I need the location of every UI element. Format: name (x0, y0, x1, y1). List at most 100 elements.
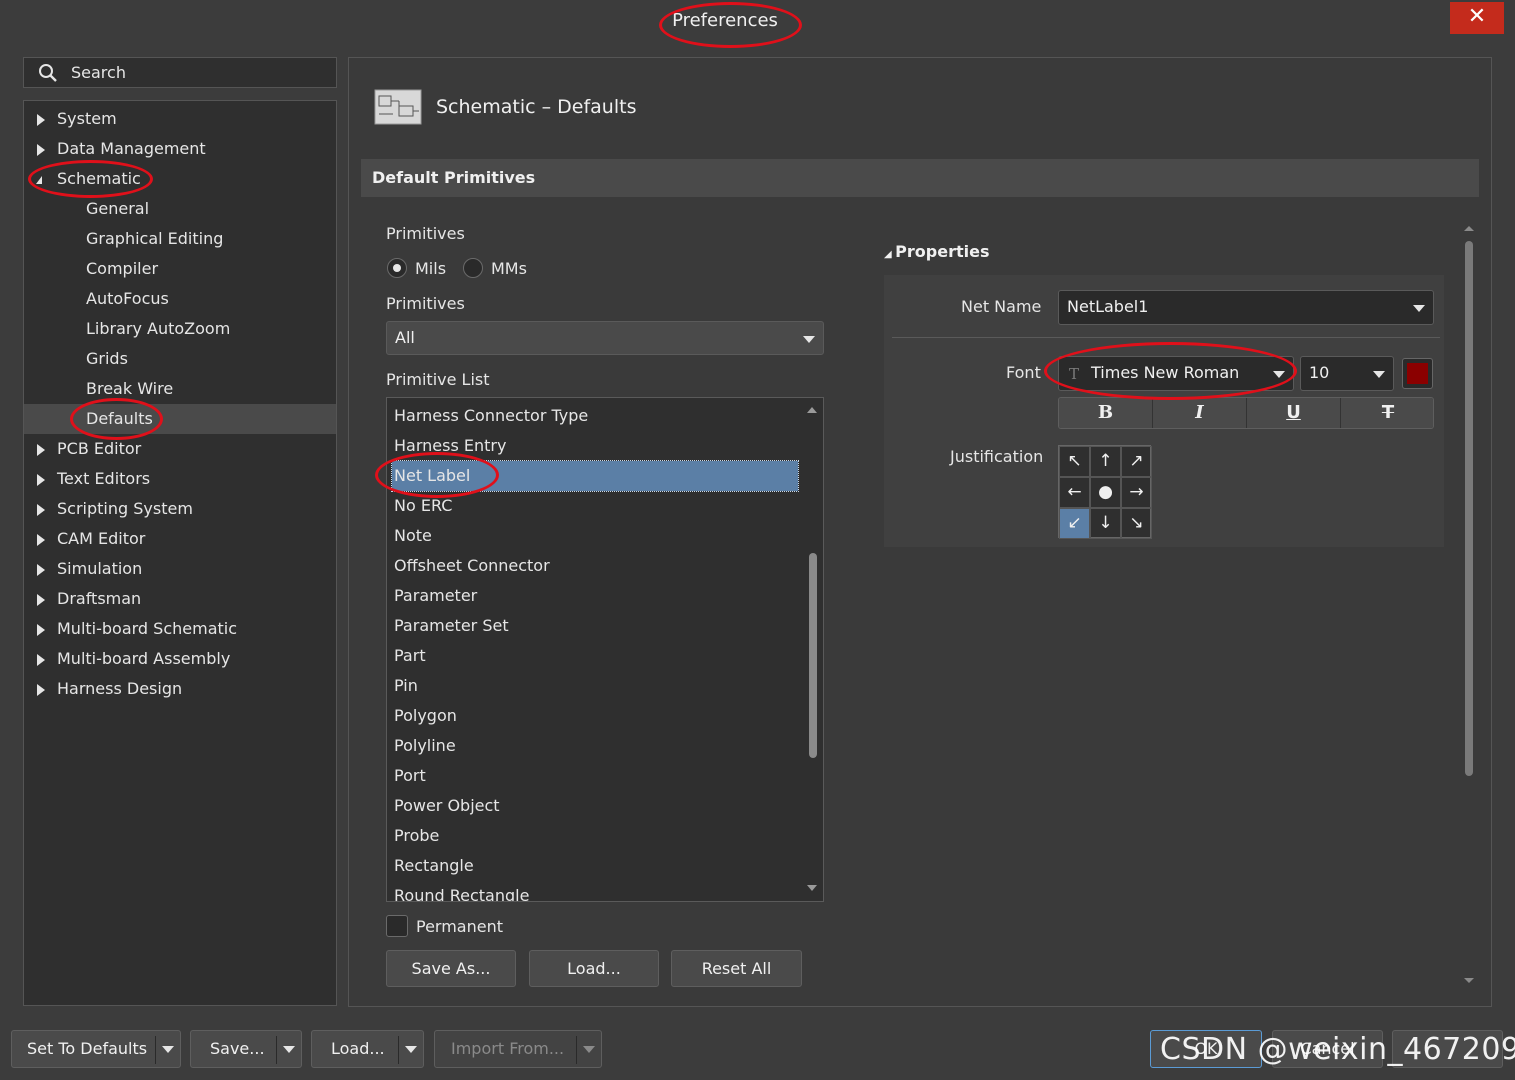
font-size-dropdown[interactable]: 10 (1300, 356, 1394, 391)
tree-item-grids[interactable]: Grids (24, 344, 336, 374)
list-item[interactable]: Net Label (391, 460, 799, 492)
justify-center-icon[interactable]: ● (1090, 477, 1121, 508)
list-item[interactable]: No ERC (394, 491, 799, 521)
radio-mils[interactable] (387, 258, 407, 278)
list-item[interactable]: Note (394, 521, 799, 551)
justify-bottom-left-icon[interactable]: ↙ (1059, 508, 1090, 539)
list-item[interactable]: Part (394, 641, 799, 671)
permanent-checkbox[interactable] (386, 915, 408, 937)
chevron-down-icon[interactable] (583, 1046, 595, 1053)
set-to-defaults-button[interactable]: Set To Defaults (11, 1030, 181, 1068)
list-item[interactable]: Port (394, 761, 799, 791)
list-item[interactable]: Pin (394, 671, 799, 701)
tree-item-schematic[interactable]: Schematic (24, 164, 336, 194)
scroll-up-icon[interactable] (807, 407, 817, 413)
chevron-down-icon[interactable] (405, 1046, 417, 1053)
tree-item-label: PCB Editor (57, 439, 142, 458)
search-input[interactable]: Search (23, 57, 337, 88)
collapsed-triangle-icon[interactable] (37, 624, 45, 636)
radio-mils-label: Mils (415, 259, 447, 278)
justify-top-icon[interactable]: ↑ (1090, 446, 1121, 477)
collapsed-triangle-icon[interactable] (37, 534, 45, 546)
bold-button[interactable]: B (1059, 398, 1153, 428)
list-item[interactable]: Parameter (394, 581, 799, 611)
underline-button[interactable]: U (1247, 398, 1341, 428)
justify-right-icon[interactable]: → (1121, 477, 1152, 508)
collapsed-triangle-icon[interactable] (37, 684, 45, 696)
scroll-down-icon[interactable] (1464, 978, 1474, 983)
scroll-down-icon[interactable] (807, 885, 817, 891)
justify-top-left-icon[interactable]: ↖ (1059, 446, 1090, 477)
italic-button[interactable]: I (1153, 398, 1247, 428)
collapsed-triangle-icon[interactable] (37, 564, 45, 576)
primitive-list[interactable]: Harness Connector Type Harness Entry Net L… (386, 397, 824, 902)
collapsed-triangle-icon[interactable] (37, 504, 45, 516)
tree-item-multi-board-schematic[interactable]: Multi-board Schematic (24, 614, 336, 644)
tree-item-data-management[interactable]: Data Management (24, 134, 336, 164)
tree-item-label: Break Wire (86, 379, 174, 398)
tree-item-library-autozoom[interactable]: Library AutoZoom (24, 314, 336, 344)
tree-item-graphical-editing[interactable]: Graphical Editing (24, 224, 336, 254)
tree-item-text-editors[interactable]: Text Editors (24, 464, 336, 494)
list-item[interactable]: Harness Connector Type (394, 401, 799, 431)
tree-item-label: Multi-board Schematic (57, 619, 238, 638)
scroll-up-icon[interactable] (1464, 226, 1474, 231)
collapsed-triangle-icon[interactable] (37, 654, 45, 666)
tree-item-autofocus[interactable]: AutoFocus (24, 284, 336, 314)
list-item[interactable]: Rectangle (394, 851, 799, 881)
save-button[interactable]: Save... (190, 1030, 302, 1068)
close-button[interactable]: ✕ (1450, 2, 1504, 34)
chevron-down-icon[interactable] (283, 1046, 295, 1053)
chevron-down-icon[interactable] (162, 1046, 174, 1053)
font-color-button[interactable] (1402, 358, 1433, 389)
collapsed-triangle-icon[interactable] (37, 444, 45, 456)
reset-all-button[interactable]: Reset All (671, 950, 802, 987)
list-item[interactable]: Parameter Set (394, 611, 799, 641)
justify-left-icon[interactable]: ← (1059, 477, 1090, 508)
list-item[interactable]: Polygon (394, 701, 799, 731)
set-to-defaults-label: Set To Defaults (27, 1039, 148, 1058)
collapsed-triangle-icon[interactable] (37, 594, 45, 606)
tree-item-cam-editor[interactable]: CAM Editor (24, 524, 336, 554)
collapsed-triangle-icon[interactable] (37, 114, 45, 126)
tree-item-general[interactable]: General (24, 194, 336, 224)
properties-header[interactable]: ◢ Properties (884, 242, 989, 261)
content-scrollbar-thumb[interactable] (1465, 241, 1473, 776)
tree-item-label: System (57, 109, 117, 128)
tree-item-scripting-system[interactable]: Scripting System (24, 494, 336, 524)
import-from-button[interactable]: Import From... (434, 1030, 602, 1068)
divider (398, 1036, 399, 1064)
font-family-dropdown[interactable]: T Times New Roman (1058, 356, 1294, 391)
justify-bottom-icon[interactable]: ↓ (1090, 508, 1121, 539)
load-button[interactable]: Load... (529, 950, 659, 987)
strikethrough-button[interactable]: T (1341, 398, 1433, 428)
list-scrollbar-thumb[interactable] (809, 553, 817, 758)
properties-panel: Net Name NetLabel1 Font T Times New Roma… (884, 275, 1444, 547)
justify-bottom-right-icon[interactable]: ↘ (1121, 508, 1152, 539)
list-item[interactable]: Offsheet Connector (394, 551, 799, 581)
list-item[interactable]: Probe (394, 821, 799, 851)
tree-item-draftsman[interactable]: Draftsman (24, 584, 336, 614)
tree-item-pcb-editor[interactable]: PCB Editor (24, 434, 336, 464)
radio-mms[interactable] (463, 258, 483, 278)
load-footer-button[interactable]: Load... (311, 1030, 424, 1068)
tree-item-defaults[interactable]: Defaults (24, 404, 336, 434)
tree-item-harness-design[interactable]: Harness Design (24, 674, 336, 704)
tree-item-compiler[interactable]: Compiler (24, 254, 336, 284)
list-item[interactable]: Round Rectangle (394, 881, 799, 901)
list-item[interactable]: Harness Entry (394, 431, 799, 461)
expanded-triangle-icon[interactable] (36, 176, 42, 184)
filter-label: Primitives (386, 294, 465, 313)
list-item[interactable]: Power Object (394, 791, 799, 821)
tree-item-simulation[interactable]: Simulation (24, 554, 336, 584)
collapsed-triangle-icon[interactable] (37, 144, 45, 156)
primitives-filter-dropdown[interactable]: All (386, 321, 824, 355)
save-as-button[interactable]: Save As... (386, 950, 516, 987)
net-name-dropdown[interactable]: NetLabel1 (1058, 290, 1434, 325)
tree-item-system[interactable]: System (24, 104, 336, 134)
justify-top-right-icon[interactable]: ↗ (1121, 446, 1152, 477)
tree-item-multi-board-assembly[interactable]: Multi-board Assembly (24, 644, 336, 674)
tree-item-break-wire[interactable]: Break Wire (24, 374, 336, 404)
collapsed-triangle-icon[interactable] (37, 474, 45, 486)
list-item[interactable]: Polyline (394, 731, 799, 761)
